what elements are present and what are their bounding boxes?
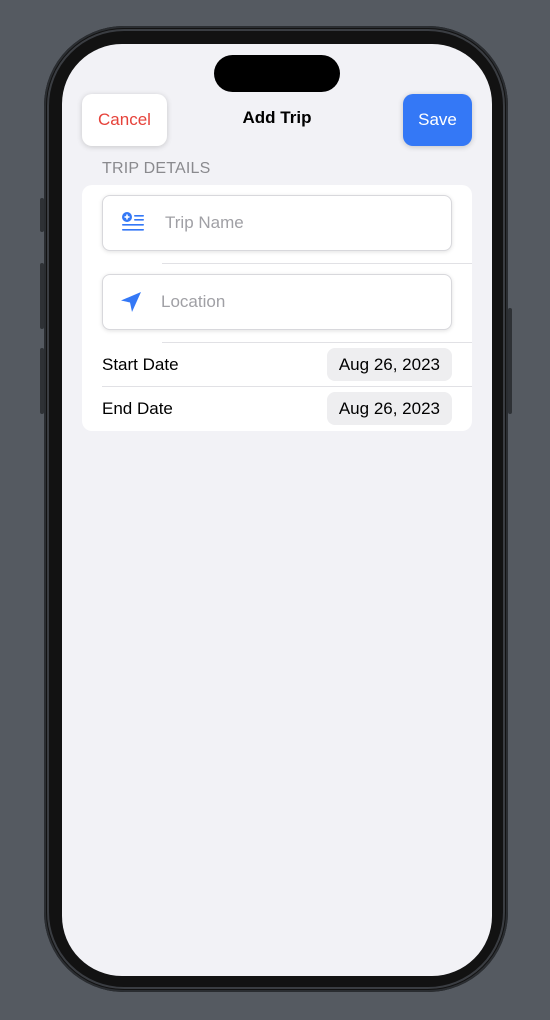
- location-field[interactable]: [102, 274, 452, 330]
- start-date-label: Start Date: [102, 355, 179, 374]
- divider: [162, 342, 472, 343]
- trip-details-card: Start Date Aug 26, 2023 End Date Aug 26,…: [82, 185, 472, 431]
- start-date-picker[interactable]: Aug 26, 2023: [326, 348, 452, 381]
- power-button: [508, 308, 512, 414]
- volume-up-button: [40, 263, 44, 329]
- save-button[interactable]: Save: [403, 94, 472, 146]
- trip-name-input[interactable]: [163, 212, 427, 234]
- divider: [162, 263, 472, 264]
- app-screen: Cancel Add Trip Save TRIP DETAILS Trip N…: [62, 44, 492, 976]
- end-date-value: Aug 26, 2023: [338, 398, 440, 418]
- start-date-value: Aug 26, 2023: [338, 354, 440, 374]
- action-button: [40, 198, 44, 232]
- trip-name-field[interactable]: [102, 195, 452, 251]
- volume-down-button: [40, 348, 44, 414]
- text-badge-plus-icon: [103, 212, 163, 234]
- divider: [102, 386, 472, 387]
- end-date-picker[interactable]: Aug 26, 2023: [326, 392, 452, 425]
- end-date-label: End Date: [102, 399, 173, 418]
- location-input[interactable]: [159, 291, 423, 313]
- dynamic-island: [214, 55, 340, 92]
- location-arrow-icon: [103, 291, 159, 313]
- save-button-label: Save: [418, 110, 457, 129]
- section-header: TRIP DETAILS: [102, 160, 211, 177]
